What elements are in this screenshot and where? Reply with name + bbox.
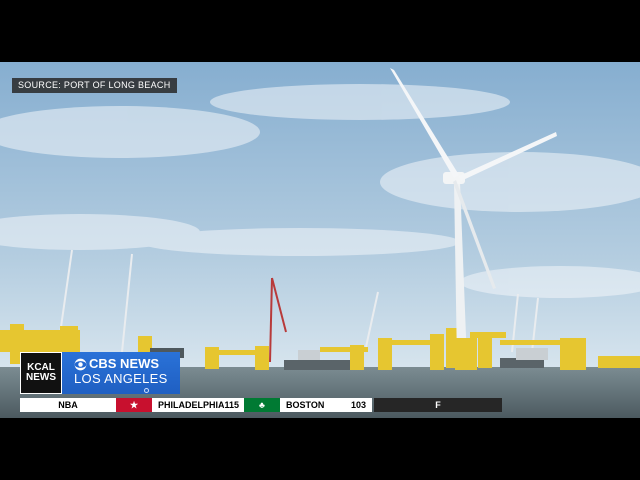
station-line-2: NEWS [26, 372, 56, 383]
76ers-logo-icon: ★ [116, 398, 152, 412]
network-name: CBS NEWS [89, 356, 160, 371]
team-score: 103 [350, 400, 366, 410]
city-name: LOS ANGELES [74, 371, 168, 386]
score-ticker: NBA ★ PHILADELPHIA 115 ♣ BOSTON 103 F [20, 398, 502, 412]
cbs-eye-icon [74, 358, 87, 370]
station-bug: KCAL NEWS CBS NEWS LOS ANGELES [20, 352, 180, 394]
cbs-news-la-logo: CBS NEWS LOS ANGELES [62, 352, 180, 394]
ticker-team-philadelphia: PHILADELPHIA 115 [152, 398, 244, 412]
source-caption: SOURCE: PORT OF LONG BEACH [12, 78, 177, 93]
ticker-league: NBA [20, 398, 116, 412]
ticker-game-status: F [374, 398, 502, 412]
video-frame: SOURCE: PORT OF LONG BEACH KCAL NEWS CBS… [0, 62, 640, 418]
ticker-team-boston: BOSTON 103 [280, 398, 372, 412]
logo-dot [144, 388, 149, 393]
team-score: 115 [224, 400, 240, 410]
team-name: PHILADELPHIA [158, 400, 225, 410]
team-name: BOSTON [286, 400, 325, 410]
kcal-news-logo: KCAL NEWS [20, 352, 62, 394]
celtics-logo-icon: ♣ [244, 398, 280, 412]
